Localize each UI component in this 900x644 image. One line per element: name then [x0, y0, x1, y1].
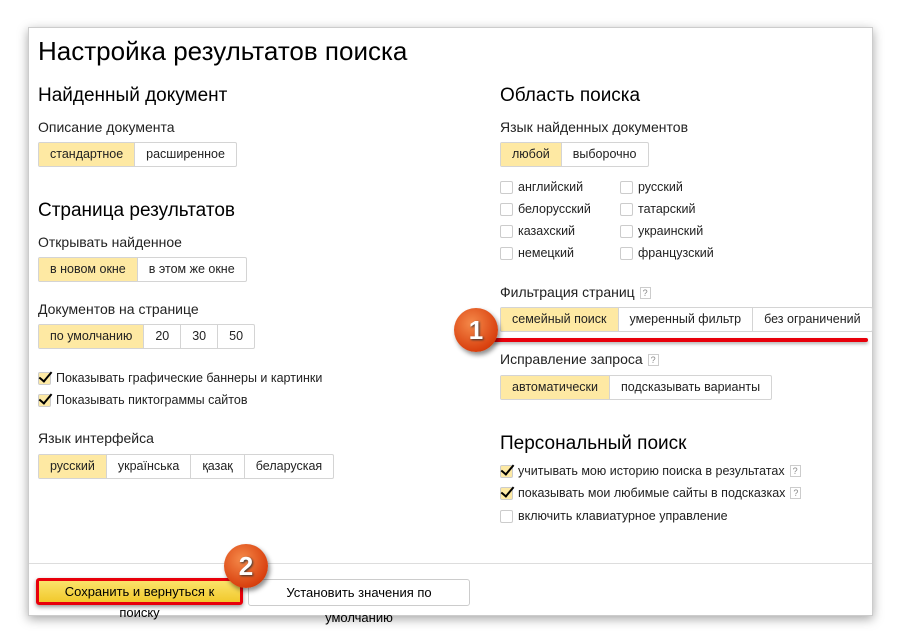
doc-lang-group: любой выборочно — [500, 142, 649, 167]
option-standard[interactable]: стандартное — [39, 143, 136, 166]
favorites-checkbox[interactable]: показывать мои любимые сайты в подсказка… — [500, 486, 802, 500]
open-label: Открывать найденное — [38, 234, 182, 250]
option-moderate-filter[interactable]: умеренный фильтр — [619, 308, 754, 331]
option-default[interactable]: по умолчанию — [39, 325, 145, 348]
correction-label: Исправление запроса? — [500, 351, 659, 367]
banners-checkbox[interactable]: Показывать графические баннеры и картинк… — [38, 371, 322, 385]
found-doc-heading: Найденный документ — [38, 85, 228, 106]
highlight-underline — [470, 338, 868, 342]
doc-lang-label: Язык найденных документов — [500, 119, 689, 135]
checkbox-checked-icon — [500, 486, 513, 500]
lang-checkbox[interactable]: казахский — [500, 224, 575, 238]
help-icon[interactable]: ? — [789, 465, 801, 477]
filter-label: Фильтрация страниц? — [500, 284, 651, 300]
checkbox-checked-icon — [38, 371, 51, 385]
lang-checkbox[interactable]: татарский — [620, 202, 695, 216]
favicons-checkbox[interactable]: Показывать пиктограммы сайтов — [38, 393, 247, 407]
option-suggest[interactable]: подсказывать варианты — [610, 376, 771, 399]
search-area-heading: Область поиска — [500, 85, 641, 106]
option-selective[interactable]: выборочно — [562, 143, 648, 166]
correction-group: автоматически подсказывать варианты — [500, 375, 773, 400]
help-icon[interactable]: ? — [647, 354, 659, 367]
history-checkbox[interactable]: учитывать мою историю поиска в результат… — [500, 464, 801, 478]
annotation-badge-2: 2 — [224, 544, 268, 588]
lang-kk[interactable]: қазақ — [191, 455, 245, 478]
checkbox-checked-icon — [38, 393, 51, 407]
option-same-window[interactable]: в этом же окне — [138, 258, 246, 281]
annotation-badge-1: 1 — [454, 308, 498, 352]
doc-desc-label: Описание документа — [38, 119, 175, 135]
results-page-heading: Страница результатов — [38, 200, 235, 221]
option-new-window[interactable]: в новом окне — [39, 258, 138, 281]
help-icon[interactable]: ? — [790, 487, 802, 499]
option-any[interactable]: любой — [501, 143, 562, 166]
lang-checkbox[interactable]: украинский — [620, 224, 703, 238]
lang-checkbox[interactable]: английский — [500, 180, 583, 194]
lang-checkbox[interactable]: французский — [620, 246, 714, 260]
keyboard-checkbox[interactable]: включить клавиатурное управление — [500, 509, 728, 523]
option-50[interactable]: 50 — [218, 325, 254, 348]
docs-per-page-label: Документов на странице — [38, 301, 199, 317]
option-family-search[interactable]: семейный поиск — [501, 308, 619, 331]
checkbox-checked-icon — [500, 464, 513, 478]
personal-search-heading: Персональный поиск — [500, 433, 687, 454]
open-group: в новом окне в этом же окне — [38, 257, 247, 282]
page-title: Настройка результатов поиска — [38, 36, 408, 66]
lang-be[interactable]: беларуская — [245, 455, 333, 478]
option-20[interactable]: 20 — [144, 325, 182, 348]
option-30[interactable]: 30 — [181, 325, 219, 348]
interface-lang-group: русский українська қазақ беларуская — [38, 454, 335, 479]
option-extended[interactable]: расширенное — [135, 143, 236, 166]
doc-desc-group: стандартное расширенное — [38, 142, 237, 167]
filter-group: семейный поиск умеренный фильтр без огра… — [500, 307, 873, 332]
footer-divider — [29, 563, 872, 564]
save-button[interactable]: Сохранить и вернуться к поиску — [36, 578, 243, 620]
lang-checkbox[interactable]: русский — [620, 180, 683, 194]
reset-defaults-button[interactable]: Установить значения по умолчанию — [248, 579, 470, 625]
option-no-limits[interactable]: без ограничений — [753, 308, 872, 331]
lang-checkbox[interactable]: немецкий — [500, 246, 574, 260]
option-automatic[interactable]: автоматически — [501, 376, 610, 399]
lang-checkbox[interactable]: белорусский — [500, 202, 591, 216]
interface-lang-label: Язык интерфейса — [38, 430, 154, 446]
lang-ru[interactable]: русский — [39, 455, 107, 478]
docs-per-page-group: по умолчанию 20 30 50 — [38, 324, 256, 349]
help-icon[interactable]: ? — [639, 287, 651, 300]
lang-uk[interactable]: українська — [107, 455, 192, 478]
